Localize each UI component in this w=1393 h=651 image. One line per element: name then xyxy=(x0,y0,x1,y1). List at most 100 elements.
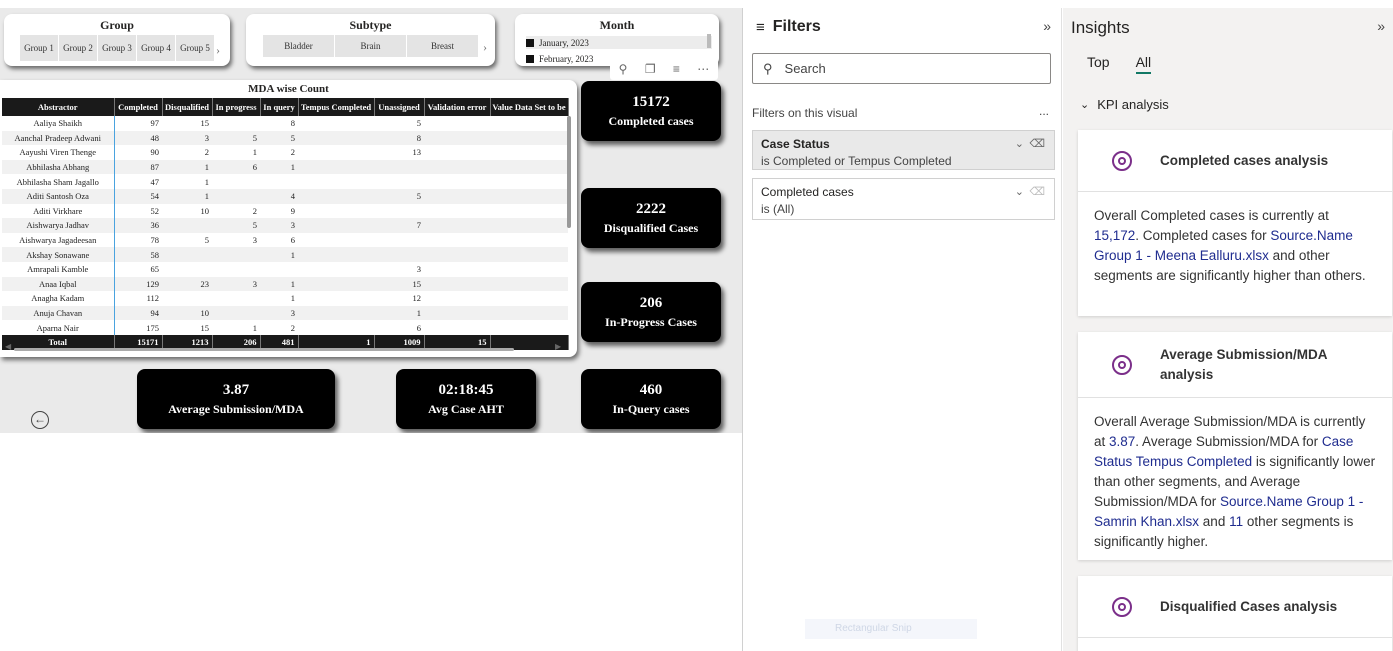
abstractor-cell: Akshay Sonawane xyxy=(2,247,115,262)
table-column-header[interactable]: Unassigned xyxy=(374,98,425,116)
month-option-label: February, 2023 xyxy=(539,54,594,64)
insight-card-disqualified[interactable]: Disqualified Cases analysis xyxy=(1078,576,1392,651)
abstractor-cell: Aparna Nair xyxy=(2,320,115,335)
slicer-scrollbar[interactable] xyxy=(707,34,711,48)
table-row[interactable]: Aditi Virkhare 52 10 2 9 xyxy=(2,203,568,219)
eraser-icon[interactable]: ⌫ xyxy=(1029,185,1045,198)
count-cell xyxy=(212,262,260,277)
abstractor-cell: Anuja Chavan xyxy=(2,305,115,321)
group-chip[interactable]: Group 1 xyxy=(20,35,59,61)
kpi-label: Average Submission/MDA xyxy=(168,402,304,416)
insight-card-avg-submission[interactable]: Average Submission/MDA analysis Overall … xyxy=(1078,332,1392,560)
filter-card-completed-cases[interactable]: Completed cases is (All) ⌄ ⌫ xyxy=(752,178,1055,220)
table-row[interactable]: Anuja Chavan 94 10 3 1 xyxy=(2,305,568,321)
month-option-label: January, 2023 xyxy=(539,37,589,48)
count-cell xyxy=(424,159,490,175)
target-icon xyxy=(1112,354,1132,375)
table-column-header[interactable]: Abstractor xyxy=(2,98,115,116)
count-cell xyxy=(260,174,298,189)
insight-highlight: 11 xyxy=(1229,514,1244,529)
table-vertical-scrollbar[interactable] xyxy=(567,116,571,228)
table-row[interactable]: Aishwarya Jagadeesan 78 5 3 6 xyxy=(2,232,568,248)
chevron-down-icon[interactable]: ⌄ xyxy=(1015,185,1024,198)
table-row[interactable]: Anaa Iqbal 129 23 3 1 15 xyxy=(2,276,568,292)
scroll-right-icon[interactable]: ▶ xyxy=(555,342,561,351)
table-column-header[interactable]: In query xyxy=(260,98,299,116)
group-chip[interactable]: Group 5 xyxy=(176,35,215,61)
eraser-icon[interactable]: ⌫ xyxy=(1029,137,1045,150)
table-column-header[interactable]: Disqualified xyxy=(162,98,213,116)
table-horizontal-scrollbar[interactable] xyxy=(14,348,514,351)
subtype-slicer-title: Subtype xyxy=(349,18,392,32)
pin-icon[interactable]: ⚲ xyxy=(619,62,628,76)
count-cell xyxy=(298,320,374,335)
count-cell xyxy=(162,262,212,277)
insight-card-body: Overall Average Submission/MDA is curren… xyxy=(1078,398,1392,566)
chevron-right-icon[interactable]: › xyxy=(216,43,220,58)
collapse-insights-icon[interactable]: » xyxy=(1377,18,1385,34)
kpi-analysis-section[interactable]: ⌄ KPI analysis xyxy=(1080,97,1169,112)
group-chip[interactable]: Group 3 xyxy=(98,35,137,61)
table-row[interactable]: Amrapali Kamble 65 3 xyxy=(2,261,568,277)
count-cell: 2 xyxy=(290,147,295,158)
count-cell xyxy=(298,145,374,160)
month-option[interactable]: January, 2023 xyxy=(526,36,712,49)
table-column-header[interactable]: Tempus Completed xyxy=(298,98,375,116)
filters-search-input[interactable]: ⚲ Search xyxy=(752,53,1051,84)
table-row[interactable]: Anagha Kadam 112 1 12 xyxy=(2,291,568,306)
table-row[interactable]: Abhilasha Abhang 87 1 6 1 xyxy=(2,159,568,175)
count-cell: 2 xyxy=(290,322,295,333)
collapse-filters-icon[interactable]: » xyxy=(1043,18,1051,34)
group-slicer-items: Group 1 Group 2 Group 3 Group 4 Group 5 xyxy=(20,35,215,61)
count-cell: 5 xyxy=(374,188,424,204)
table-column-header[interactable]: Validation error xyxy=(424,98,491,116)
table-row[interactable]: Aanchal Pradeep Adwani 48 3 5 5 8 xyxy=(2,130,568,146)
table-column-header[interactable]: Value Data Set to be xyxy=(490,98,569,116)
count-cell xyxy=(424,188,490,204)
count-cell xyxy=(424,320,490,335)
section-title: KPI analysis xyxy=(1097,97,1169,112)
table-row[interactable]: Abhilasha Sham Jagallo 47 1 xyxy=(2,174,568,189)
filter-card-case-status[interactable]: Case Status is Completed or Tempus Compl… xyxy=(752,130,1055,170)
tab-top[interactable]: Top xyxy=(1087,54,1110,74)
more-options-icon[interactable]: ... xyxy=(1039,104,1049,118)
subtype-chip[interactable]: Breast xyxy=(407,35,479,57)
insight-card-completed[interactable]: Completed cases analysis Overall Complet… xyxy=(1078,130,1392,316)
table-column-header[interactable]: Completed xyxy=(114,98,163,116)
table-row[interactable]: Aaliya Shaikh 97 15 8 5 xyxy=(2,116,568,131)
copy-icon[interactable]: ❐ xyxy=(645,62,656,76)
group-chip[interactable]: Group 4 xyxy=(137,35,176,61)
table-row[interactable]: Aparna Nair 175 15 1 2 6 xyxy=(2,320,568,335)
table-row[interactable]: Aishwarya Jadhav 36 5 3 7 xyxy=(2,218,568,233)
count-cell: 6 xyxy=(290,235,295,246)
table-row[interactable]: Akshay Sonawane 58 1 xyxy=(2,247,568,262)
insight-card-header: Average Submission/MDA analysis xyxy=(1078,332,1392,398)
chevron-down-icon[interactable]: ⌄ xyxy=(1015,137,1024,150)
insight-card-header: Disqualified Cases analysis xyxy=(1078,576,1392,638)
back-arrow-icon[interactable]: ← xyxy=(31,411,49,429)
table-row[interactable]: Aditi Santosh Oza 54 1 4 5 xyxy=(2,188,568,204)
count-cell xyxy=(424,116,490,131)
tab-all[interactable]: All xyxy=(1135,54,1152,74)
month-option[interactable]: February, 2023 xyxy=(526,54,593,64)
count-cell: 1 xyxy=(162,159,212,175)
subtype-chip[interactable]: Brain xyxy=(335,35,407,57)
subtype-chip[interactable]: Bladder xyxy=(263,35,335,57)
more-options-icon[interactable]: ⋯ xyxy=(697,62,709,76)
count-cell: 10 xyxy=(200,205,210,216)
scroll-left-icon[interactable]: ◀ xyxy=(5,342,11,351)
kpi-label: In-Query cases xyxy=(612,402,690,416)
chevron-right-icon[interactable]: › xyxy=(483,40,487,55)
table-row[interactable]: Aayushi Viren Thenge 90 2 1 2 13 xyxy=(2,145,568,160)
count-cell xyxy=(490,145,568,160)
filter-icon[interactable]: ≡ xyxy=(673,62,680,76)
abstractor-cell: Aditi Santosh Oza xyxy=(2,188,115,204)
count-cell: 52 xyxy=(150,205,160,216)
count-cell: 87 xyxy=(114,159,162,175)
visual-header-toolbar: ⚲ ❐ ≡ ⋯ xyxy=(610,58,718,80)
count-cell: 3 xyxy=(252,235,257,246)
insight-card-header: Completed cases analysis xyxy=(1078,130,1392,192)
table-column-header[interactable]: In progress xyxy=(212,98,261,116)
group-chip[interactable]: Group 2 xyxy=(59,35,98,61)
count-cell xyxy=(162,291,212,306)
